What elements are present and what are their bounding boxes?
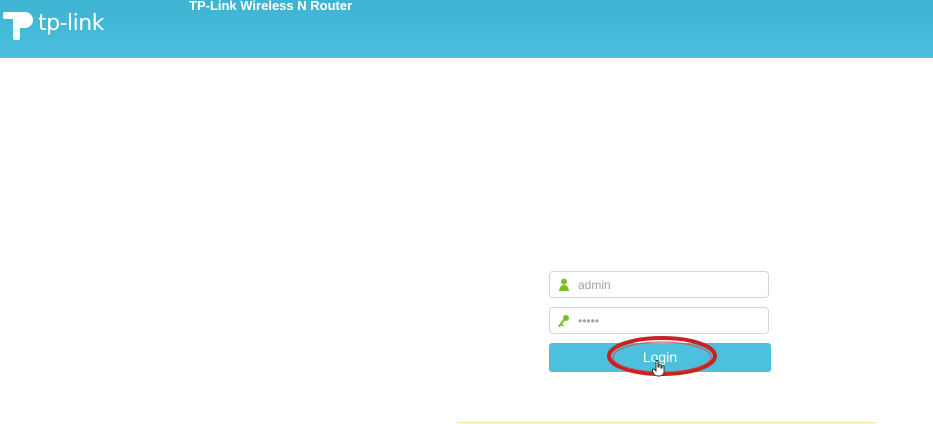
password-input[interactable] [578,310,760,331]
router-login-page: tp-link TP-Link Wireless N Router Login [0,0,933,424]
login-button[interactable]: Login [549,343,771,372]
user-icon [559,278,569,291]
username-input[interactable] [578,274,760,295]
login-button-label: Login [642,349,678,365]
top-header: tp-link TP-Link Wireless N Router [0,0,933,58]
product-title: TP-Link Wireless N Router [189,0,353,13]
login-form: Login [549,271,771,372]
tp-link-logo-icon [3,12,33,40]
password-field[interactable] [549,307,769,334]
logo-text: tp-link [38,11,104,36]
username-field[interactable] [549,271,769,298]
tp-link-logo: tp-link [2,4,104,44]
key-icon [558,315,569,328]
